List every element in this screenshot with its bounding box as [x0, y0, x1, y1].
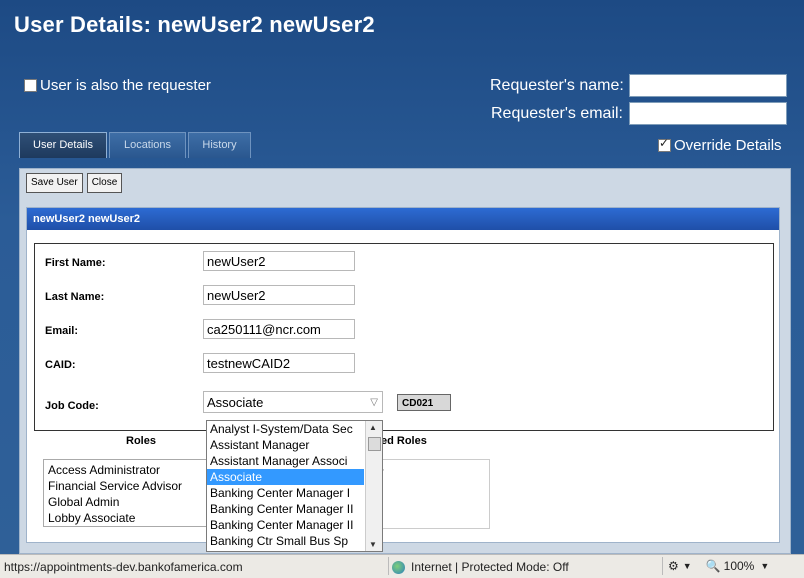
- dropdown-option[interactable]: Assistant Manager: [207, 437, 364, 453]
- status-bar: https://appointments-dev.bankofamerica.c…: [0, 554, 804, 578]
- section-header: newUser2 newUser2: [27, 208, 779, 230]
- dropdown-scrollbar[interactable]: ▲ ▼: [365, 421, 382, 551]
- override-details-checkbox[interactable]: [658, 136, 671, 152]
- dropdown-option[interactable]: Banking Center Manager II: [207, 501, 364, 517]
- tab-locations[interactable]: Locations: [109, 132, 186, 158]
- tab-user-details[interactable]: User Details: [19, 132, 107, 158]
- requester-name-input[interactable]: [629, 74, 787, 97]
- job-code-dropdown[interactable]: Analyst I-System/Data Sec Assistant Mana…: [206, 420, 383, 552]
- job-code-select[interactable]: Associate ▽: [203, 391, 383, 413]
- roles-title: Roles: [126, 435, 156, 447]
- email-label: Email:: [45, 325, 79, 337]
- scroll-down-icon[interactable]: ▼: [369, 540, 377, 549]
- email-input[interactable]: ca250111@ncr.com: [203, 319, 355, 339]
- security-zone-label: Internet | Protected Mode: Off: [411, 560, 569, 574]
- security-zone[interactable]: Internet | Protected Mode: Off: [392, 560, 569, 574]
- user-form: First Name: newUser2 Last Name: newUser2…: [34, 243, 774, 431]
- requester-email-label: Requester's email:: [491, 105, 623, 122]
- caid-input[interactable]: testnewCAID2: [203, 353, 355, 373]
- add-ons-icon[interactable]: ⚙: [668, 559, 679, 573]
- page-title: User Details: newUser2 newUser2: [14, 12, 375, 37]
- globe-icon: [392, 560, 405, 574]
- list-item[interactable]: Financial Service Advisor: [44, 478, 232, 494]
- first-name-input[interactable]: newUser2: [203, 251, 355, 271]
- dropdown-option[interactable]: Banking Center Manager I: [207, 485, 364, 501]
- zoom-icon[interactable]: 🔍: [706, 559, 721, 573]
- last-name-input[interactable]: newUser2: [203, 285, 355, 305]
- list-item[interactable]: Global Admin: [44, 494, 232, 510]
- status-separator: [388, 557, 389, 575]
- scroll-thumb[interactable]: [368, 437, 381, 451]
- requester-checkbox-row[interactable]: User is also the requester: [24, 77, 211, 94]
- list-item[interactable]: Lobby Associate: [44, 510, 232, 526]
- save-user-button[interactable]: Save User: [26, 173, 83, 193]
- chevron-down-icon[interactable]: ▼: [683, 561, 692, 571]
- assigned-roles-title: ed Roles: [381, 435, 427, 447]
- requester-name-label: Requester's name:: [490, 77, 624, 94]
- dropdown-option[interactable]: Banking Center Manager II: [207, 517, 364, 533]
- tab-history[interactable]: History: [188, 132, 251, 158]
- dropdown-option[interactable]: Analyst I-System/Data Sec: [207, 421, 364, 437]
- close-button[interactable]: Close: [86, 173, 123, 193]
- requester-checkbox-label: User is also the requester: [40, 77, 211, 94]
- last-name-label: Last Name:: [45, 291, 105, 303]
- job-code-id-badge: CD021: [397, 394, 451, 411]
- job-code-label: Job Code:: [45, 400, 99, 412]
- roles-list[interactable]: Access Administrator Financial Service A…: [43, 459, 233, 527]
- toolbar: Save User Close: [26, 173, 126, 193]
- zoom-level[interactable]: 100%: [724, 559, 755, 573]
- tab-bar: User Details Locations History: [19, 132, 253, 158]
- status-url: https://appointments-dev.bankofamerica.c…: [4, 560, 243, 574]
- dropdown-option[interactable]: Assistant Manager Associ: [207, 453, 364, 469]
- dropdown-option-selected[interactable]: Associate: [207, 469, 364, 485]
- requester-email-input[interactable]: [629, 102, 787, 125]
- first-name-label: First Name:: [45, 257, 106, 269]
- dropdown-option[interactable]: Banking Ctr Small Bus Sp: [207, 533, 364, 549]
- override-details-row[interactable]: Override Details: [658, 136, 782, 154]
- chevron-down-icon[interactable]: ▽: [370, 392, 378, 414]
- scroll-up-icon[interactable]: ▲: [369, 423, 377, 432]
- assigned-roles-list[interactable]: or: [368, 459, 490, 529]
- job-code-value: Associate: [207, 395, 264, 410]
- requester-checkbox[interactable]: [24, 79, 37, 92]
- caid-label: CAID:: [45, 359, 76, 371]
- status-separator: [662, 557, 663, 575]
- status-tools: ⚙ ▼ 🔍 100% ▼: [668, 559, 769, 573]
- list-item[interactable]: Access Administrator: [44, 462, 232, 478]
- chevron-down-icon[interactable]: ▼: [760, 561, 769, 571]
- list-item[interactable]: or: [369, 464, 489, 480]
- override-details-label: Override Details: [674, 137, 782, 154]
